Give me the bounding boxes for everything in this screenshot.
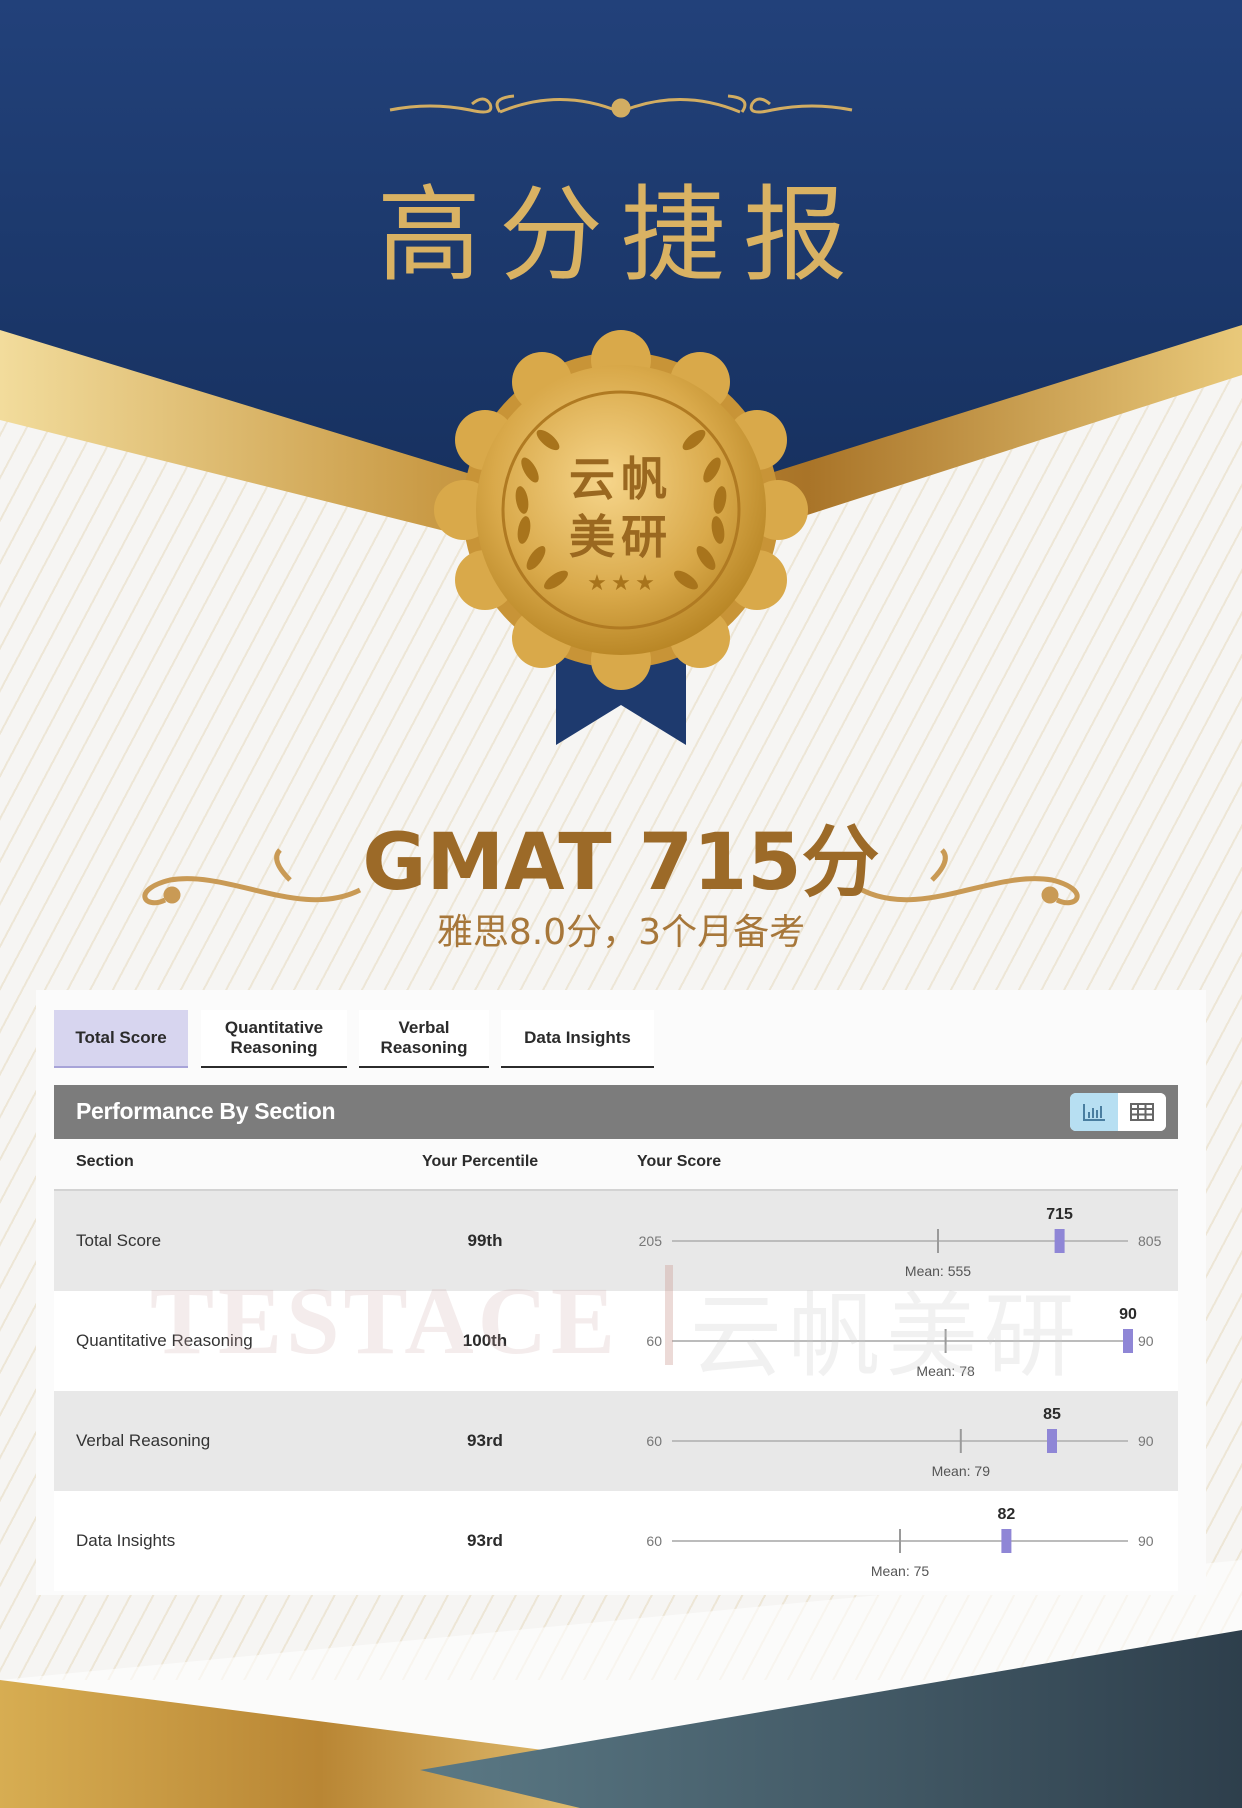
row-percentile: 93rd — [467, 1431, 503, 1450]
tab-label: Total Score — [75, 1028, 167, 1047]
watermark-divider — [665, 1265, 673, 1365]
headline-score: GMAT 715分 — [362, 818, 880, 908]
watermark-testace: TESTACE — [150, 1267, 620, 1374]
row-section-name: Data Insights — [76, 1531, 176, 1550]
performance-title: Performance By Section — [76, 1098, 336, 1124]
row-percentile: 99th — [467, 1231, 503, 1250]
tab-data-insights[interactable]: Data Insights — [501, 1010, 654, 1068]
table-row: Data Insights 93rd — [54, 1491, 1178, 1591]
bar-chart-view-button[interactable] — [1070, 1093, 1118, 1131]
tab-total-score[interactable]: Total Score — [54, 1010, 188, 1068]
star-icons: ★ ★ ★ — [587, 571, 655, 596]
row-section-name: Verbal Reasoning — [76, 1431, 211, 1450]
row-percentile: 93rd — [467, 1531, 503, 1550]
tab-label: Quantitative Reasoning — [224, 1018, 324, 1057]
table-grid-icon — [1130, 1103, 1154, 1121]
table-view-button[interactable] — [1118, 1093, 1166, 1131]
view-toggle — [1070, 1093, 1166, 1131]
column-header-score: Your Score — [637, 1153, 722, 1170]
table-row: Verbal Reasoning 93rd — [54, 1391, 1178, 1491]
tab-label: Verbal Reasoning — [380, 1018, 468, 1057]
tab-verbal-reasoning[interactable]: Verbal Reasoning — [359, 1010, 489, 1068]
poster-title: 高分捷报 — [376, 174, 865, 296]
bar-chart-icon — [1083, 1104, 1105, 1121]
svg-text:★: ★ — [611, 571, 631, 596]
column-header-section: Section — [76, 1153, 134, 1170]
performance-header: Performance By Section — [54, 1085, 1178, 1139]
tab-quantitative-reasoning[interactable]: Quantitative Reasoning — [201, 1010, 347, 1068]
svg-text:★: ★ — [587, 571, 607, 596]
subline-ielts: 雅思8.0分，3个月备考 — [436, 912, 806, 953]
tab-label: Data Insights — [524, 1028, 631, 1047]
svg-text:★: ★ — [635, 571, 655, 596]
column-header-percentile: Your Percentile — [422, 1153, 539, 1170]
row-section-name: Total Score — [76, 1231, 162, 1250]
watermark-yunfan: 云帆美研 — [690, 1283, 1083, 1390]
